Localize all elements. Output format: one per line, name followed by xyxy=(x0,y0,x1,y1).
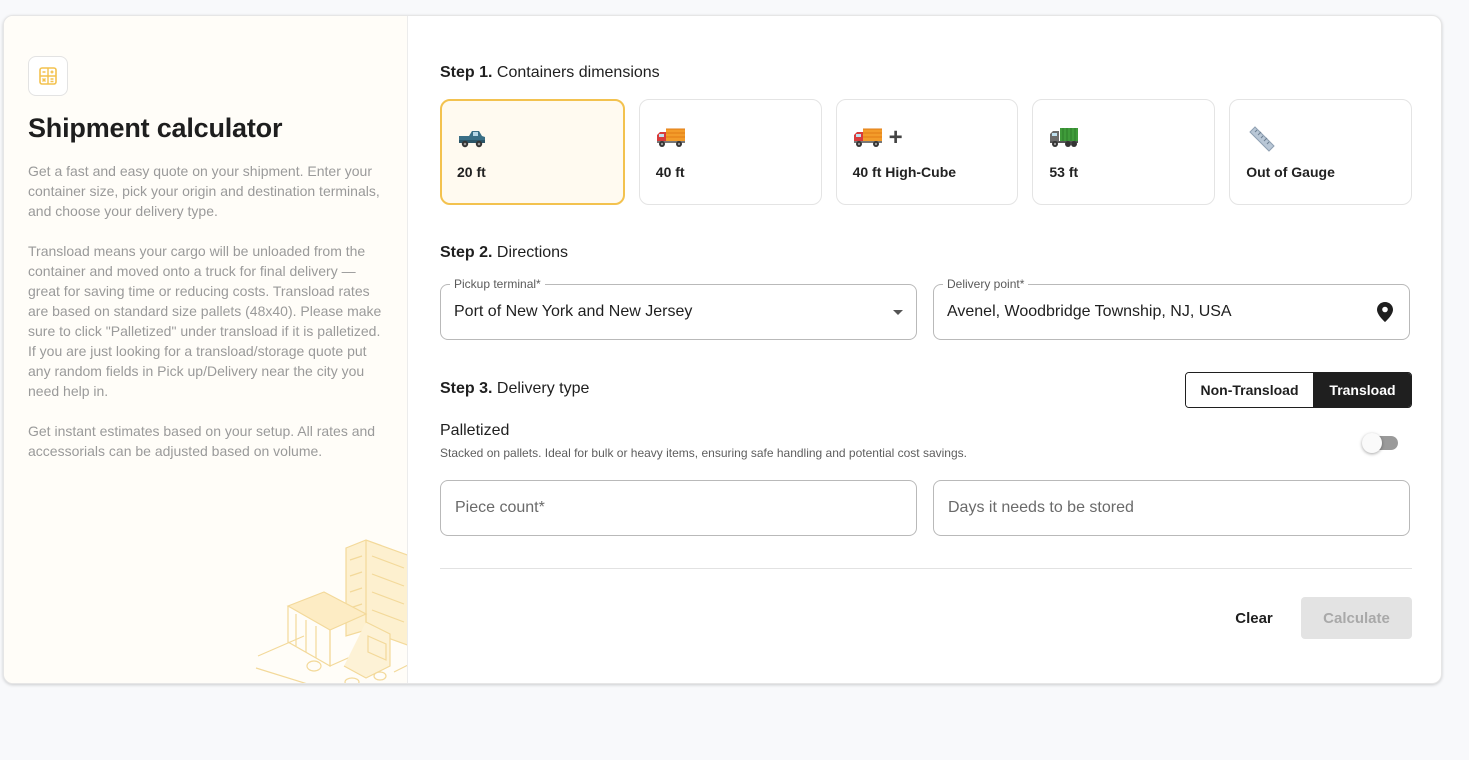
switch-thumb xyxy=(1362,433,1382,453)
divider xyxy=(440,568,1412,569)
location-pin-icon[interactable] xyxy=(1377,302,1393,322)
plus-icon: + xyxy=(888,124,903,151)
delivery-point-field[interactable]: Delivery point* Avenel, Woodbridge Towns… xyxy=(933,277,1410,340)
container-option-out-of-gauge[interactable]: Out of Gauge xyxy=(1229,99,1412,205)
container-option-40ft[interactable]: 40 ft xyxy=(638,99,822,205)
step-3-label: Step 3. xyxy=(440,380,493,397)
non-transload-button[interactable]: Non-Transload xyxy=(1186,373,1314,407)
sidebar: Shipment calculator Get a fast and easy … xyxy=(4,16,408,683)
delivery-truck-icon xyxy=(656,124,686,152)
palletized-title: Palletized xyxy=(440,422,510,439)
description-paragraph: Get instant estimates based on your setu… xyxy=(28,423,376,459)
piece-count-input[interactable]: Piece count* xyxy=(440,480,917,536)
container-option-label: 20 ft xyxy=(457,164,486,180)
description-paragraph: Transload means your cargo will be unloa… xyxy=(28,243,382,399)
calculator-icon xyxy=(28,56,68,96)
transload-button[interactable]: Transload xyxy=(1314,373,1411,407)
description-paragraph: Get a fast and easy quote on your shipme… xyxy=(28,163,380,219)
shipment-calculator-card: Shipment calculator Get a fast and easy … xyxy=(3,15,1442,684)
container-option-20ft[interactable]: 20 ft xyxy=(440,99,625,205)
delivery-truck-plus-icon: + xyxy=(853,124,903,152)
delivery-point-label: Delivery point* xyxy=(943,277,1029,291)
page-title: Shipment calculator xyxy=(28,113,283,143)
delivery-point-value: Avenel, Woodbridge Township, NJ, USA xyxy=(947,303,1232,320)
step-1-title: Containers dimensions xyxy=(496,64,660,81)
clear-button[interactable]: Clear xyxy=(1228,597,1280,639)
delivery-type-toggle: Non-Transload Transload xyxy=(1185,372,1412,408)
container-option-label: Out of Gauge xyxy=(1246,164,1335,180)
piece-count-placeholder: Piece count* xyxy=(455,499,545,516)
days-stored-input[interactable]: Days it needs to be stored xyxy=(933,480,1410,536)
pickup-terminal-value: Port of New York and New Jersey xyxy=(454,303,693,320)
step-3-title: Delivery type xyxy=(496,380,590,397)
container-size-options: 20 ft 40 ft + 40 ft High-Cube 53 ft Out … xyxy=(440,99,1412,205)
palletized-description: Stacked on pallets. Ideal for bulk or he… xyxy=(440,446,967,460)
calculator-form: Step 1. Containers dimensions 20 ft 40 f… xyxy=(440,16,1412,683)
step-1-heading: Step 1. Containers dimensions xyxy=(440,64,660,82)
step-3-heading: Step 3. Delivery type xyxy=(440,380,589,398)
step-1-label: Step 1. xyxy=(440,64,493,81)
palletized-switch[interactable] xyxy=(1362,433,1402,453)
container-option-label: 53 ft xyxy=(1049,164,1079,180)
step-2-label: Step 2. xyxy=(440,244,493,261)
pickup-terminal-select[interactable]: Pickup terminal* Port of New York and Ne… xyxy=(440,277,917,340)
pickup-truck-icon xyxy=(457,124,487,152)
container-option-label: 40 ft High-Cube xyxy=(852,164,957,180)
days-stored-placeholder: Days it needs to be stored xyxy=(948,499,1134,516)
container-option-53ft[interactable]: 53 ft xyxy=(1032,99,1216,205)
articulated-lorry-icon xyxy=(1049,124,1079,152)
pickup-terminal-label: Pickup terminal* xyxy=(450,277,545,291)
sidebar-description: Get a fast and easy quote on your shipme… xyxy=(28,161,384,481)
container-option-40ft-high-cube[interactable]: + 40 ft High-Cube xyxy=(835,99,1019,205)
step-2-title: Directions xyxy=(496,244,569,261)
container-option-label: 40 ft xyxy=(655,164,685,180)
ruler-icon xyxy=(1246,124,1276,152)
dropdown-caret-icon xyxy=(893,310,903,315)
truck-warehouse-illustration xyxy=(255,539,407,683)
calculate-button[interactable]: Calculate xyxy=(1301,597,1412,639)
step-2-heading: Step 2. Directions xyxy=(440,244,568,262)
